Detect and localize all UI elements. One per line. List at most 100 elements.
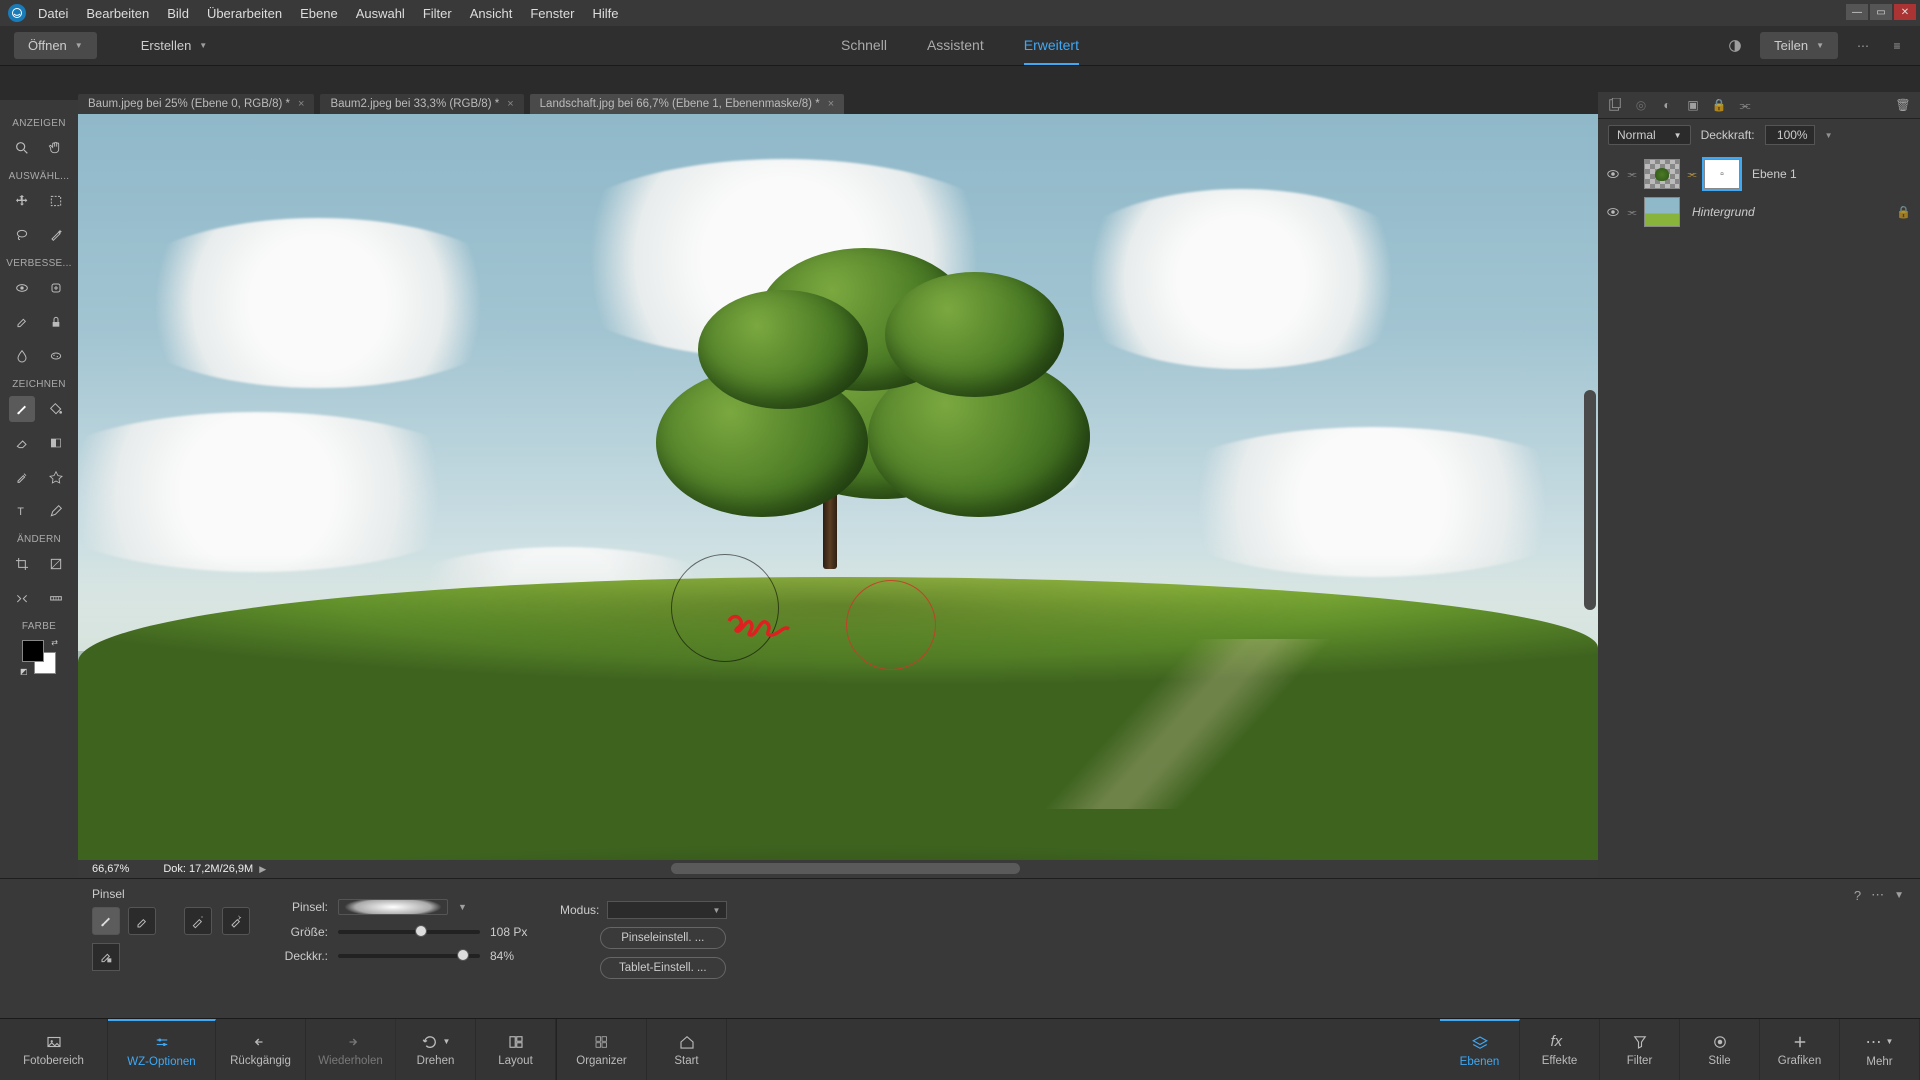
dock-layers[interactable]: Ebenen [1440,1019,1520,1080]
brush-mode-select[interactable]: ▼ [607,901,727,919]
tablet-settings-button[interactable]: Tablet-Einstell. ... [600,957,726,979]
eyedropper-tool-icon[interactable] [9,464,35,490]
layer-thumbnail[interactable] [1644,197,1680,227]
content-aware-move-icon[interactable] [9,585,35,611]
mode-expert[interactable]: Erweitert [1024,27,1079,65]
document-tab[interactable]: Baum2.jpeg bei 33,3% (RGB/8) * × [320,94,523,114]
link-icon[interactable]: ⫘ [1626,169,1638,180]
mask-link-icon[interactable]: ⫘ [1686,169,1698,180]
menu-hilfe[interactable]: Hilfe [592,6,618,21]
dock-effects[interactable]: fx Effekte [1520,1019,1600,1080]
menu-filter[interactable]: Filter [423,6,452,21]
toolbar-overflow-icon[interactable]: ⋯ [1854,37,1872,55]
layer-opacity-input[interactable]: 100% [1765,125,1815,145]
zoom-tool-icon[interactable] [9,135,35,161]
menu-ansicht[interactable]: Ansicht [470,6,513,21]
dock-layout[interactable]: Layout [476,1019,556,1080]
brush-variant-1[interactable] [92,907,120,935]
sponge-tool-icon[interactable] [43,343,69,369]
chevron-down-icon[interactable]: ▼ [1825,131,1833,140]
close-tab-icon[interactable]: × [507,98,513,110]
mode-guided[interactable]: Assistent [927,27,984,65]
canvas[interactable] [78,114,1598,860]
blend-mode-select[interactable]: Normal ▼ [1608,125,1691,145]
brush-variant-2[interactable] [128,907,156,935]
dock-organizer[interactable]: Organizer [557,1019,647,1080]
magic-wand-tool-icon[interactable] [43,222,69,248]
layer-mask-icon[interactable]: ▣ [1684,96,1702,114]
brush-preview[interactable] [338,899,448,915]
link-icon[interactable]: ⫘ [1626,207,1638,218]
spot-heal-tool-icon[interactable] [43,275,69,301]
close-tab-icon[interactable]: × [298,98,304,110]
menu-fenster[interactable]: Fenster [530,6,574,21]
straighten-tool-icon[interactable] [43,585,69,611]
maximize-button[interactable]: ▭ [1870,4,1892,20]
zoom-value[interactable]: 66,67% [78,863,143,875]
mode-quick[interactable]: Schnell [841,27,887,65]
chevron-down-icon[interactable]: ▼ [458,902,467,912]
link-layers-icon[interactable]: ⫘ [1736,96,1754,114]
menu-ebene[interactable]: Ebene [300,6,338,21]
eye-tool-icon[interactable] [9,275,35,301]
dock-more[interactable]: ⋯▼ Mehr [1840,1019,1920,1080]
menu-bild[interactable]: Bild [167,6,189,21]
menu-bearbeiten[interactable]: Bearbeiten [86,6,149,21]
horizontal-scrollbar[interactable] [671,863,1021,874]
share-button[interactable]: Teilen ▼ [1760,32,1838,59]
shape-tool-icon[interactable] [43,464,69,490]
smart-brush-tool-icon[interactable] [9,309,35,335]
marquee-tool-icon[interactable] [43,188,69,214]
vertical-scrollbar[interactable] [1584,390,1596,610]
doc-info-caret-icon[interactable]: ▶ [259,864,266,875]
visibility-toggle-icon[interactable] [1606,205,1620,219]
menu-datei[interactable]: Datei [38,6,68,21]
collapse-icon[interactable]: ▼ [1894,890,1904,901]
brush-color-replace[interactable] [92,943,120,971]
dock-tool-options[interactable]: WZ-Optionen [108,1019,216,1080]
dock-redo[interactable]: Wiederholen [306,1019,396,1080]
foreground-color[interactable] [22,640,44,662]
color-swatch[interactable]: ⇄ ◩ [20,638,58,676]
lasso-tool-icon[interactable] [9,222,35,248]
brush-variant-4[interactable] [222,907,250,935]
dock-home[interactable]: Start [647,1019,727,1080]
paint-bucket-tool-icon[interactable] [43,396,69,422]
layer-name[interactable]: Ebene 1 [1752,167,1797,181]
help-icon[interactable]: ? [1854,888,1861,903]
hand-tool-icon[interactable] [43,135,69,161]
pencil-tool-icon[interactable] [43,498,69,524]
adjustment-layer-icon[interactable]: ◐ [1658,96,1676,114]
minimize-button[interactable]: — [1846,4,1868,20]
gradient-tool-icon[interactable] [43,430,69,456]
theme-toggle-icon[interactable] [1726,37,1744,55]
menu-auswahl[interactable]: Auswahl [356,6,405,21]
document-tab[interactable]: Landschaft.jpg bei 66,7% (Ebene 1, Ebene… [530,94,844,114]
recompose-tool-icon[interactable] [43,551,69,577]
brush-settings-button[interactable]: Pinseleinstell. ... [600,927,726,949]
dock-graphics[interactable]: Grafiken [1760,1019,1840,1080]
brush-variant-3[interactable] [184,907,212,935]
close-tab-icon[interactable]: × [828,98,834,110]
close-button[interactable]: ✕ [1894,4,1916,20]
size-slider[interactable] [338,930,480,934]
blur-tool-icon[interactable] [9,343,35,369]
dock-photobin[interactable]: Fotobereich [0,1019,108,1080]
layer-row[interactable]: ⫘ Hintergrund 🔒 [1598,193,1920,231]
menu-ueberarbeiten[interactable]: Überarbeiten [207,6,282,21]
clone-stamp-tool-icon[interactable] [43,309,69,335]
move-tool-icon[interactable] [9,188,35,214]
new-layer-icon[interactable] [1606,96,1624,114]
layer-name[interactable]: Hintergrund [1692,205,1755,219]
crop-tool-icon[interactable] [9,551,35,577]
create-button[interactable]: Erstellen ▼ [127,32,222,59]
eraser-tool-icon[interactable] [9,430,35,456]
layer-mask-thumbnail[interactable]: ▫ [1704,159,1740,189]
document-tab[interactable]: Baum.jpeg bei 25% (Ebene 0, RGB/8) * × [78,94,314,114]
opacity-value[interactable]: 84% [490,949,540,963]
visibility-toggle-icon[interactable] [1606,167,1620,181]
dock-styles[interactable]: Stile [1680,1019,1760,1080]
options-menu-icon[interactable]: ⋯ [1871,887,1884,903]
panel-menu-icon[interactable]: ≡ [1888,37,1906,55]
dock-rotate[interactable]: ▼ Drehen [396,1019,476,1080]
